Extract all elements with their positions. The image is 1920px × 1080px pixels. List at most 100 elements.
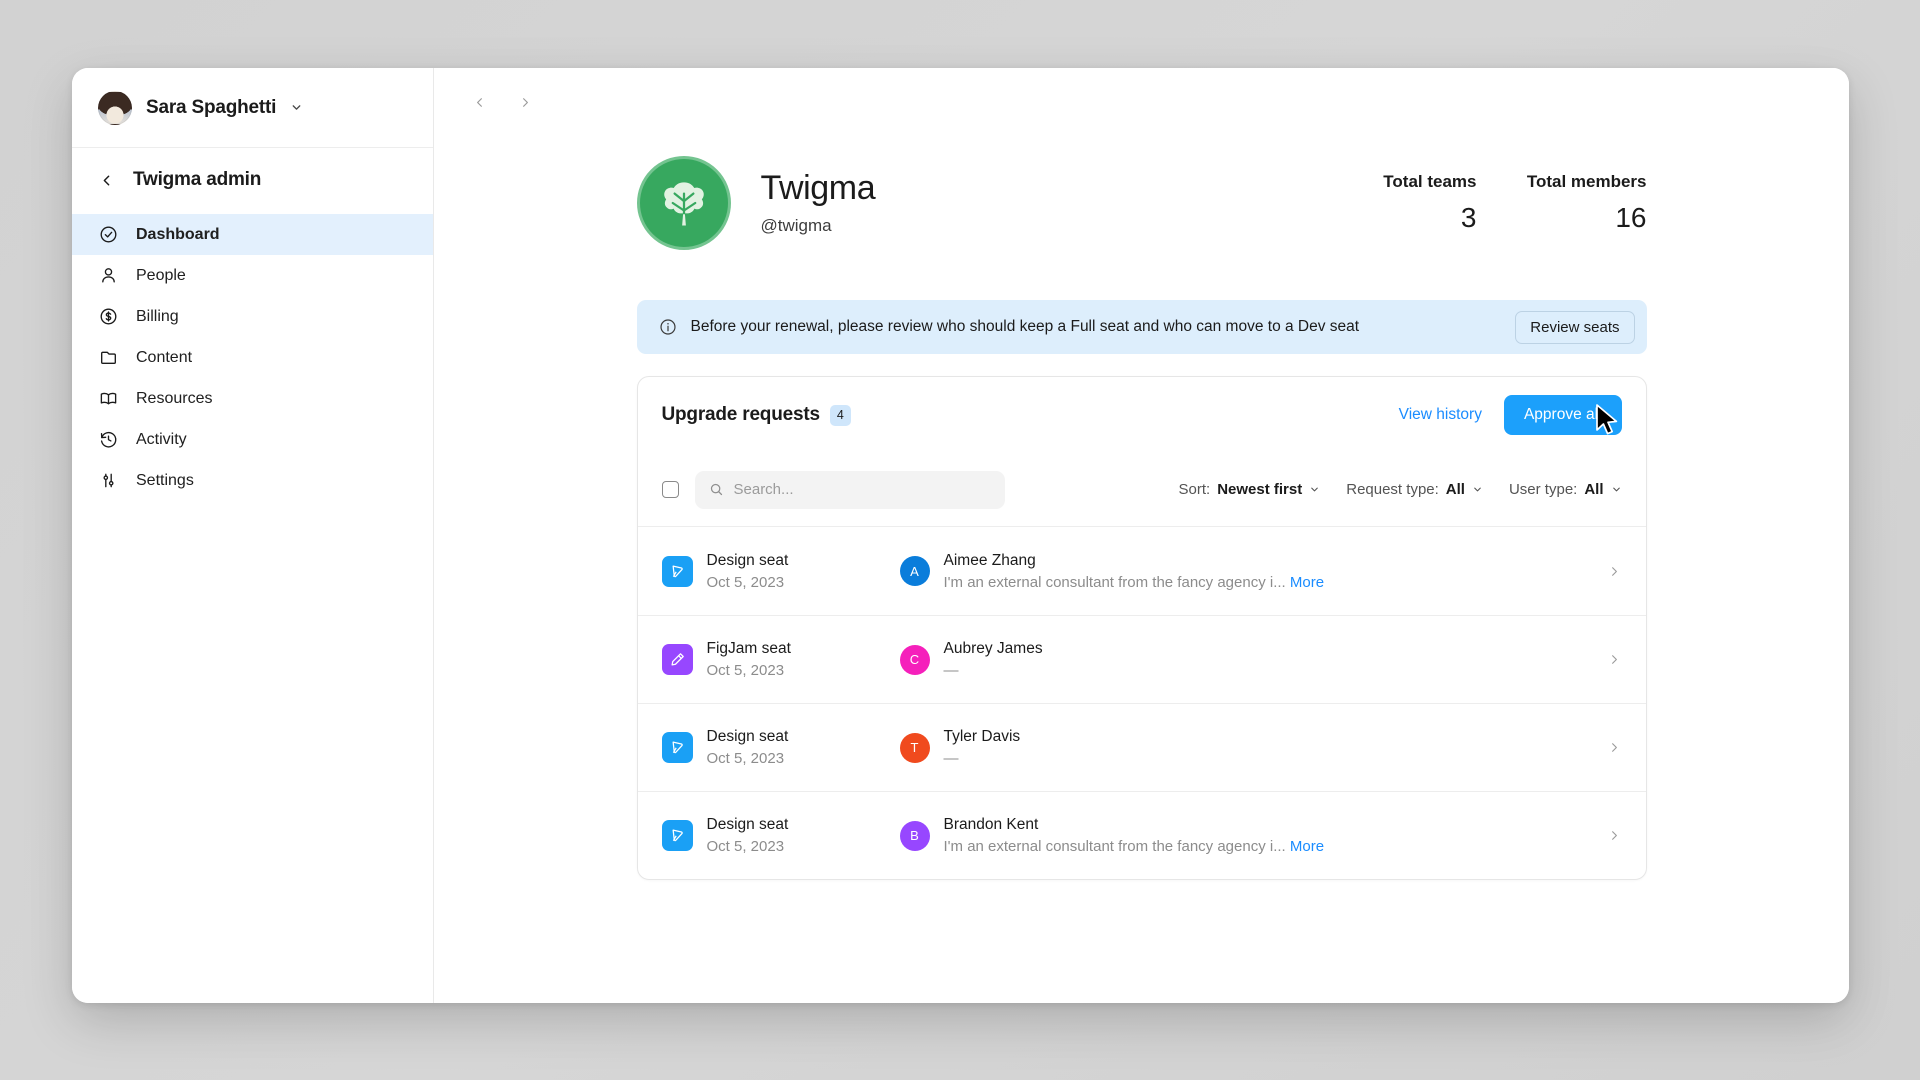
sidebar-item-people[interactable]: People: [72, 255, 433, 296]
request-note: I'm an external consultant from the fanc…: [943, 838, 1286, 855]
avatar: C: [899, 644, 930, 675]
screen: Sara Spaghetti Twigma admin Dashboard Pe…: [0, 0, 1920, 1080]
seat-type: Design seat: [706, 551, 789, 569]
content-scroll-area: Twigma @twigma Total teams 3 Total membe…: [434, 126, 1849, 1003]
avatar: T: [899, 732, 930, 763]
approve-all-button[interactable]: Approve all: [1503, 395, 1622, 435]
request-date: Oct 5, 2023: [706, 750, 785, 767]
sidebar: Sara Spaghetti Twigma admin Dashboard Pe…: [72, 68, 434, 1003]
main-content: Twigma @twigma Total teams 3 Total membe…: [434, 68, 1849, 1003]
sort-filter-prefix: Sort:: [1178, 481, 1211, 498]
sidebar-item-label: Billing: [136, 307, 179, 325]
view-history-link[interactable]: View history: [1399, 406, 1482, 424]
chevron-down-icon: [1472, 484, 1483, 495]
sidebar-item-settings[interactable]: Settings: [72, 460, 433, 501]
pen-tool-icon: [661, 555, 693, 587]
request-type-value: All: [1445, 481, 1465, 498]
seat-info: Design seat Oct 5, 2023: [661, 816, 900, 855]
account-switcher[interactable]: Sara Spaghetti: [72, 68, 433, 148]
top-navigation-bar: [434, 68, 1849, 126]
search-field[interactable]: [694, 470, 1005, 509]
banner-message: Before your renewal, please review who s…: [690, 318, 1360, 335]
chevron-down-icon: [1309, 484, 1320, 495]
sidebar-item-billing[interactable]: Billing: [72, 296, 433, 337]
upgrade-requests-card: Upgrade requests 4 View history Approve …: [636, 376, 1647, 880]
more-link[interactable]: More: [1290, 838, 1324, 855]
account-name: Sara Spaghetti: [146, 96, 277, 118]
admin-breadcrumb[interactable]: Twigma admin: [72, 148, 433, 212]
request-note: —: [943, 750, 959, 767]
stat-value: 16: [1615, 202, 1647, 233]
filter-group: Sort: Newest first Request type: All Use…: [1179, 481, 1622, 498]
select-all-checkbox[interactable]: [661, 481, 679, 498]
sidebar-item-content[interactable]: Content: [72, 337, 433, 378]
sidebar-item-activity[interactable]: Activity: [72, 419, 433, 460]
app-window: Sara Spaghetti Twigma admin Dashboard Pe…: [72, 68, 1849, 1003]
request-type-filter[interactable]: Request type: All: [1346, 481, 1483, 498]
sliders-icon: [98, 471, 118, 491]
sort-filter-value: Newest first: [1217, 481, 1303, 498]
table-row[interactable]: Design seat Oct 5, 2023 A Aimee Zhang I'…: [638, 527, 1646, 615]
request-date: Oct 5, 2023: [706, 573, 785, 591]
sidebar-item-label: Content: [136, 348, 193, 366]
request-date: Oct 5, 2023: [706, 838, 785, 855]
user-type-filter[interactable]: User type: All: [1509, 481, 1622, 498]
sidebar-item-label: Settings: [136, 471, 194, 489]
check-circle-icon: [98, 225, 118, 245]
search-icon: [709, 482, 724, 497]
person-name: Aimee Zhang: [943, 551, 1036, 569]
history-clock-icon: [98, 430, 118, 450]
seat-info: Design seat Oct 5, 2023: [661, 551, 900, 591]
nav-forward-icon[interactable]: [516, 93, 534, 111]
seat-type: Design seat: [706, 728, 789, 745]
person-info: A Aimee Zhang I'm an external consultant…: [899, 551, 1591, 591]
seat-info: FigJam seat Oct 5, 2023: [661, 640, 900, 679]
request-date: Oct 5, 2023: [706, 662, 785, 679]
table-row[interactable]: FigJam seat Oct 5, 2023 C Aubrey James —: [637, 615, 1646, 703]
nav-back-icon[interactable]: [470, 93, 488, 111]
user-type-prefix: User type:: [1508, 481, 1578, 498]
organization-handle: @twigma: [760, 216, 832, 236]
table-row[interactable]: Design seat Oct 5, 2023 B Brandon Kent I…: [637, 791, 1646, 879]
table-row[interactable]: Design seat Oct 5, 2023 T Tyler Davis —: [637, 703, 1646, 791]
sidebar-item-label: Activity: [136, 430, 187, 448]
chevron-left-icon[interactable]: [98, 172, 115, 189]
organization-name: Twigma: [760, 168, 876, 207]
review-seats-button[interactable]: Review seats: [1515, 310, 1635, 344]
request-count-badge: 4: [829, 404, 851, 426]
monstera-leaf-logo: [636, 156, 731, 250]
sidebar-item-resources[interactable]: Resources: [72, 378, 433, 419]
sidebar-item-dashboard[interactable]: Dashboard: [72, 214, 433, 255]
book-icon: [98, 389, 118, 409]
request-note: I'm an external consultant from the fanc…: [943, 573, 1286, 591]
info-circle-icon: [659, 318, 677, 336]
marker-pen-icon: [661, 644, 693, 675]
sidebar-item-label: People: [136, 266, 186, 284]
person-name: Brandon Kent: [943, 816, 1039, 833]
card-title: Upgrade requests: [661, 404, 821, 425]
more-link[interactable]: More: [1290, 574, 1324, 591]
seat-info: Design seat Oct 5, 2023: [661, 728, 900, 767]
chevron-down-icon: [1611, 484, 1622, 495]
stat-label: Total members: [1526, 172, 1647, 191]
page-title: Twigma admin: [133, 169, 262, 190]
chevron-right-icon[interactable]: [1591, 564, 1622, 579]
user-photo-avatar: [98, 90, 132, 125]
chevron-right-icon[interactable]: [1591, 828, 1622, 843]
sort-filter[interactable]: Sort: Newest first: [1179, 481, 1321, 498]
search-input[interactable]: [733, 481, 991, 498]
organization-header: Twigma @twigma Total teams 3 Total membe…: [636, 144, 1647, 250]
chevron-right-icon[interactable]: [1591, 740, 1622, 755]
stat-total-members: Total members 16: [1497, 172, 1647, 234]
person-info: B Brandon Kent I'm an external consultan…: [899, 816, 1591, 855]
person-name: Tyler Davis: [943, 728, 1021, 745]
list-toolbar: Sort: Newest first Request type: All Use…: [637, 453, 1646, 527]
request-type-prefix: Request type:: [1346, 481, 1439, 498]
user-type-value: All: [1584, 481, 1604, 498]
person-info: T Tyler Davis —: [899, 728, 1591, 767]
seat-type: Design seat: [706, 816, 789, 833]
pen-tool-icon: [661, 820, 693, 851]
chevron-right-icon[interactable]: [1591, 652, 1622, 667]
person-name: Aubrey James: [943, 640, 1043, 657]
renewal-banner: Before your renewal, please review who s…: [636, 300, 1647, 354]
